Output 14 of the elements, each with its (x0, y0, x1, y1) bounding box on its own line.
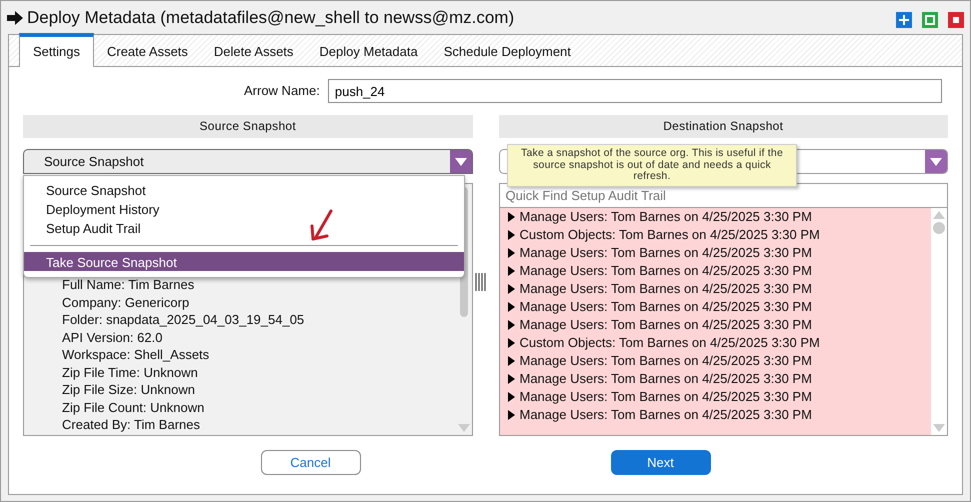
detail-text: Zip File Time: Unknown (62, 364, 199, 381)
detail-text: Zip File Size: Unknown (62, 381, 196, 398)
window-title: Deploy Metadata (metadatafiles@new_shell to newss@mz.com) (27, 6, 514, 29)
detail-text: Created By: Tim Barnes (62, 416, 201, 434)
panel-header: Destination Snapshot (498, 115, 948, 138)
detail-text: Company: Genericorp (62, 294, 190, 311)
detail-text: Zip File Count: Unknown (62, 398, 206, 416)
field-label: Arrow Name: (244, 82, 320, 100)
tooltip: Take a snapshot of the source org. This is useful if the source snapshot is out of date and needs a quick refresh. (507, 144, 797, 186)
detail-text: API Version: 62.0 (62, 328, 164, 346)
panel-header: Source Snapshot (23, 115, 472, 138)
detail-text: Workspace: Shell_Assets (62, 346, 210, 364)
detail-text: Full Name: Tim Barnes (62, 276, 196, 294)
detail-text: Folder: snapdata_2025_04_03_19_54_05 (62, 311, 306, 328)
